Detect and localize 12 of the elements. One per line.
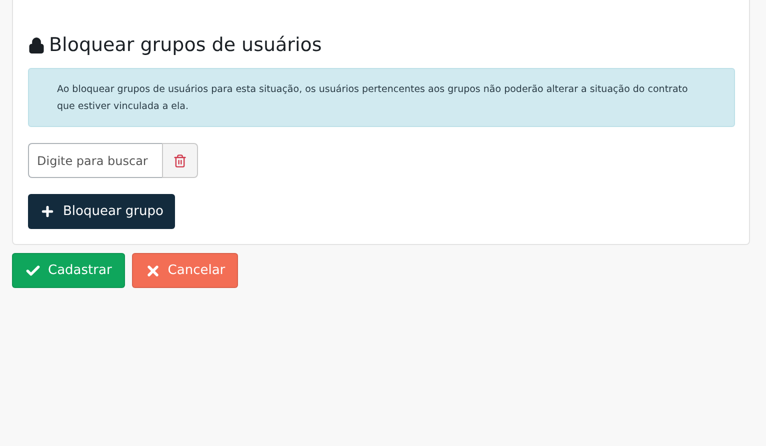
info-message: Ao bloquear grupos de usuários para esta situação, os usuários pertencentes aos grupos não poderão alterar a situação do contrato que estiver vinculada a ela. (28, 68, 735, 127)
clear-button[interactable] (162, 143, 198, 178)
block-group-button[interactable]: Bloquear grupo (28, 194, 176, 229)
lock-icon (28, 36, 45, 54)
search-field[interactable]: Digite para buscar (28, 143, 162, 178)
submit-button[interactable]: Cadastrar (12, 253, 125, 288)
check-icon (25, 262, 41, 278)
close-icon (144, 262, 161, 278)
plus-icon (40, 204, 55, 219)
cancel-button[interactable]: Cancelar (132, 253, 238, 288)
trash-icon (173, 154, 187, 168)
section-title: Bloquear grupos de usuários (49, 34, 322, 56)
